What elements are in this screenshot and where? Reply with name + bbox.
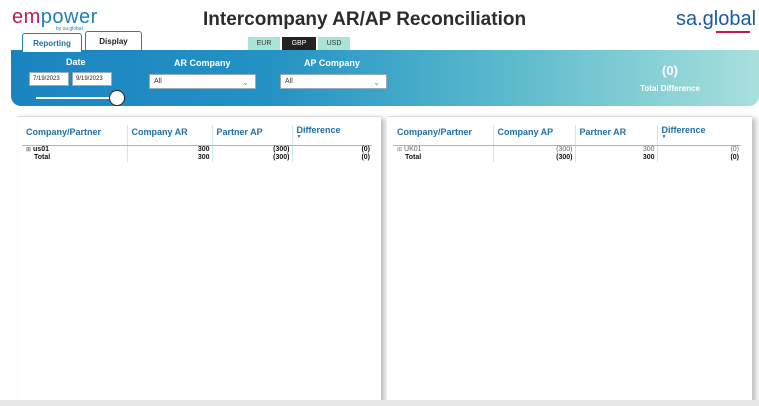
- difference-cell: (0): [656, 145, 741, 154]
- row-name: Total: [405, 154, 422, 161]
- sort-desc-icon[interactable]: ▼: [662, 135, 742, 140]
- total-difference-label: Total Difference: [640, 84, 700, 93]
- table-row[interactable]: ⊞ UK01 (300) 300 (0): [393, 145, 741, 155]
- ap-matrix-table: Company/Partner Company AP Partner AR Di…: [393, 125, 741, 162]
- date-end-input[interactable]: 9/19/2023: [72, 72, 112, 86]
- company-ar-cell: 300: [126, 145, 212, 154]
- difference-cell: (0): [291, 145, 372, 154]
- ar-company-label: AR Company: [174, 58, 231, 68]
- tab-reporting[interactable]: Reporting: [22, 33, 82, 52]
- ar-company-dropdown[interactable]: All ⌄: [149, 74, 256, 89]
- saglobal-logo: sa.global: [676, 8, 757, 30]
- difference-total: (0): [656, 154, 741, 162]
- col-header-company-ar[interactable]: Company AR: [126, 125, 212, 146]
- company-ap-cell: (300): [492, 145, 575, 154]
- total-difference-value: (0): [662, 63, 678, 78]
- currency-eur-button[interactable]: EUR: [248, 37, 280, 50]
- logo-part-2: power: [40, 6, 98, 28]
- difference-header-label: Difference: [296, 125, 341, 135]
- bottom-scroll-strip: [0, 400, 759, 406]
- col-header-company-ap[interactable]: Company AP: [492, 125, 575, 146]
- col-header-partner-ap[interactable]: Partner AP: [211, 125, 292, 146]
- expand-icon[interactable]: ⊞: [397, 147, 402, 153]
- row-name: Total: [34, 154, 51, 161]
- tab-display[interactable]: Display: [85, 31, 142, 51]
- partner-ap-total: (300): [211, 154, 292, 162]
- date-start-input[interactable]: 7/19/2023: [29, 72, 69, 86]
- ap-reconciliation-panel: Company/Partner Company AP Partner AR Di…: [387, 116, 752, 406]
- table-row[interactable]: ⊞ us01 300 (300) (0): [22, 145, 372, 155]
- table-header-row: Company/Partner Company AP Partner AR Di…: [393, 125, 741, 146]
- row-name-cell: ⊞ UK01: [393, 146, 493, 155]
- partner-ar-cell: 300: [574, 145, 657, 154]
- row-name: us01: [33, 146, 49, 153]
- ar-reconciliation-panel: Company/Partner Company AR Partner AP Di…: [18, 116, 381, 406]
- ap-company-label: AP Company: [304, 58, 360, 68]
- expand-icon[interactable]: ⊞: [26, 147, 31, 153]
- company-ap-total: (300): [492, 154, 575, 162]
- currency-gbp-button[interactable]: GBP: [282, 37, 316, 50]
- col-header-company-partner[interactable]: Company/Partner: [393, 125, 493, 146]
- difference-total: (0): [291, 154, 372, 162]
- difference-header-label: Difference: [661, 125, 706, 135]
- date-label: Date: [66, 57, 86, 67]
- empower-logo: empower: [12, 6, 98, 29]
- ar-matrix-table: Company/Partner Company AR Partner AP Di…: [22, 125, 372, 162]
- sort-desc-icon[interactable]: ▼: [297, 135, 373, 140]
- col-header-difference[interactable]: Difference ▼: [656, 125, 742, 146]
- col-header-company-partner[interactable]: Company/Partner: [22, 125, 127, 146]
- logo-underline: [716, 31, 750, 33]
- chevron-down-icon: ⌄: [242, 78, 249, 87]
- row-name-cell: ⊞ us01: [22, 146, 127, 155]
- col-header-partner-ar[interactable]: Partner AR: [574, 125, 657, 146]
- date-slider-track[interactable]: [36, 97, 118, 99]
- logo-subtitle: by sa.global: [56, 26, 83, 32]
- currency-usd-button[interactable]: USD: [318, 37, 350, 50]
- ap-company-value: All: [285, 78, 293, 85]
- page-title: Intercompany AR/AP Reconciliation: [203, 9, 527, 30]
- date-slider-handle[interactable]: [109, 90, 125, 106]
- row-name: UK01: [404, 146, 422, 153]
- table-header-row: Company/Partner Company AR Partner AP Di…: [22, 125, 372, 146]
- table-total-row: Total (300) 300 (0): [393, 154, 741, 162]
- ap-company-dropdown[interactable]: All ⌄: [280, 74, 387, 89]
- report-page: empower by sa.global Intercompany AR/AP …: [0, 0, 759, 406]
- partner-ap-cell: (300): [211, 145, 292, 154]
- logo-part-1: em: [12, 6, 41, 28]
- table-total-row: Total 300 (300) (0): [22, 154, 372, 162]
- company-ar-total: 300: [126, 154, 212, 162]
- partner-ar-total: 300: [574, 154, 657, 162]
- chevron-down-icon: ⌄: [373, 78, 380, 87]
- ar-company-value: All: [154, 78, 162, 85]
- col-header-difference[interactable]: Difference ▼: [291, 125, 373, 146]
